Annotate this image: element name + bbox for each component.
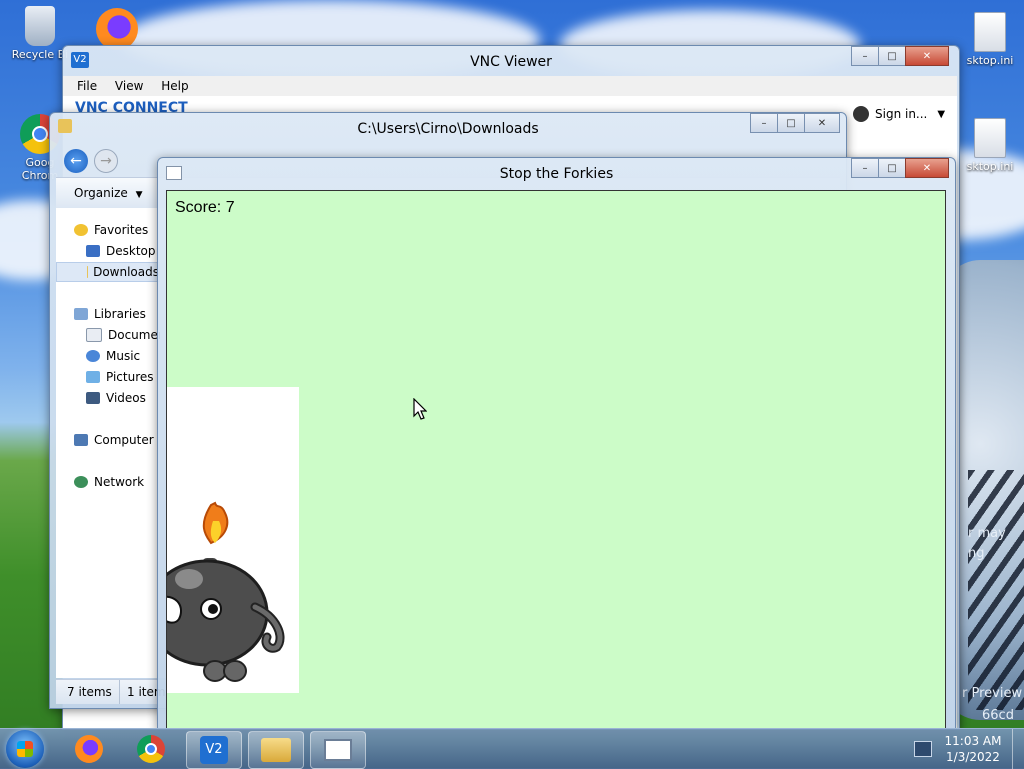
game-window: Stop the Forkies – □ ✕ Score: 7 [157, 157, 956, 730]
nav-network-label: Network [94, 475, 144, 489]
close-button[interactable]: ✕ [905, 46, 949, 66]
maximize-button[interactable]: □ [777, 113, 805, 133]
nav-music-label: Music [106, 349, 140, 363]
back-button[interactable]: ← [64, 149, 88, 173]
explorer-window-title: C:\Users\Cirno\Downloads [50, 121, 846, 137]
vnc-icon: V2 [200, 736, 228, 764]
nav-libraries-label: Libraries [94, 307, 146, 321]
taskbar-vnc-viewer[interactable]: V2 [186, 731, 242, 769]
videos-icon [86, 392, 100, 404]
folder-icon [261, 738, 291, 762]
taskbar-firefox[interactable] [62, 731, 116, 767]
start-button[interactable] [6, 730, 44, 768]
nav-computer-label: Computer [94, 433, 154, 447]
minimize-button[interactable]: – [750, 113, 778, 133]
mouse-cursor-icon [413, 398, 427, 420]
clock-date: 1/3/2022 [938, 749, 1008, 765]
forkie-sprite[interactable] [167, 387, 299, 693]
libraries-icon [74, 308, 88, 320]
vnc-window-title: VNC Viewer [63, 54, 959, 70]
nav-music[interactable]: Music [86, 346, 140, 366]
nav-videos-label: Videos [106, 391, 146, 405]
nav-desktop-label: Desktop [106, 244, 156, 258]
windows-logo-icon [17, 741, 33, 757]
desktop-icon-desktop-ini-2[interactable]: sktop.ini [950, 118, 1024, 173]
network-icon [74, 476, 88, 488]
nav-pictures[interactable]: Pictures [86, 367, 154, 387]
nav-desktop[interactable]: Desktop [86, 241, 156, 261]
desktop-icon-label: sktop.ini [967, 160, 1014, 173]
forward-button[interactable]: → [94, 149, 118, 173]
wallpaper-stripes [958, 470, 1024, 710]
game-window-title: Stop the Forkies [158, 166, 955, 182]
organize-label: Organize [74, 186, 128, 200]
system-clock[interactable]: 11:03 AM 1/3/2022 [938, 733, 1008, 765]
app-window-icon [324, 739, 352, 761]
wallpaper-text-2: ng [968, 546, 985, 561]
nav-computer[interactable]: Computer [74, 430, 154, 450]
score-label: Score: 7 [175, 199, 235, 217]
clock-time: 11:03 AM [938, 733, 1008, 749]
nav-network[interactable]: Network [74, 472, 144, 492]
pictures-icon [86, 371, 100, 383]
taskbar: V2 11:03 AM 1/3/2022 [0, 728, 1024, 769]
documents-icon [86, 328, 102, 342]
sign-in-label: Sign in... [875, 107, 927, 121]
organize-button[interactable]: Organize ▼ [74, 186, 143, 200]
maximize-button[interactable]: □ [878, 46, 906, 66]
nav-documents-label: Documents [108, 328, 160, 342]
chevron-down-icon: ▼ [937, 109, 945, 120]
nav-pictures-label: Pictures [106, 370, 154, 384]
chrome-icon [137, 735, 165, 763]
bomb-monster-icon [167, 387, 299, 693]
menu-file[interactable]: File [77, 79, 97, 93]
ini-file-icon [974, 118, 1006, 158]
star-icon [74, 224, 88, 236]
taskbar-chrome[interactable] [124, 731, 178, 767]
sign-in-button[interactable]: Sign in... ▼ [853, 106, 945, 122]
vnc-menu-bar: File View Help [63, 76, 957, 96]
desktop-icon-desktop-ini-1[interactable]: sktop.ini [950, 12, 1024, 67]
menu-help[interactable]: Help [161, 79, 188, 93]
wallpaper-text-4: 66cd [982, 708, 1014, 723]
minimize-button[interactable]: – [851, 46, 879, 66]
status-item-count: 7 items [67, 685, 112, 699]
taskbar-stop-the-forkies[interactable] [310, 731, 366, 769]
close-button[interactable]: ✕ [905, 158, 949, 178]
firefox-icon [75, 735, 103, 763]
desktop-icon-label: Recycle Bi [12, 48, 68, 61]
show-desktop-button[interactable] [1012, 729, 1024, 769]
firefox-desktop-icon[interactable] [96, 8, 138, 50]
nav-downloads-label: Downloads [93, 265, 159, 279]
nav-favorites-label: Favorites [94, 223, 148, 237]
maximize-button[interactable]: □ [878, 158, 906, 178]
network-tray-icon[interactable] [914, 741, 932, 757]
computer-icon [74, 434, 88, 446]
chevron-down-icon: ▼ [136, 190, 143, 200]
menu-view[interactable]: View [115, 79, 143, 93]
recycle-bin-icon [25, 6, 55, 46]
game-canvas[interactable]: Score: 7 [166, 190, 946, 729]
wallpaper-text-1: r may [968, 526, 1006, 541]
desktop-icon-label: sktop.ini [967, 54, 1014, 67]
wallpaper-text-3: r Preview [962, 686, 1022, 701]
nav-libraries[interactable]: Libraries [74, 304, 146, 324]
navigation-pane: Favorites Desktop Downloads Libraries Do… [56, 208, 160, 678]
nav-documents[interactable]: Documents [86, 325, 160, 345]
nav-downloads[interactable]: Downloads [56, 262, 160, 282]
nav-videos[interactable]: Videos [86, 388, 146, 408]
close-button[interactable]: ✕ [804, 113, 840, 133]
user-icon [853, 106, 869, 122]
music-icon [86, 350, 100, 362]
minimize-button[interactable]: – [851, 158, 879, 178]
nav-favorites[interactable]: Favorites [74, 220, 148, 240]
ini-file-icon [974, 12, 1006, 52]
desktop-icon [86, 245, 100, 257]
taskbar-file-explorer[interactable] [248, 731, 304, 769]
